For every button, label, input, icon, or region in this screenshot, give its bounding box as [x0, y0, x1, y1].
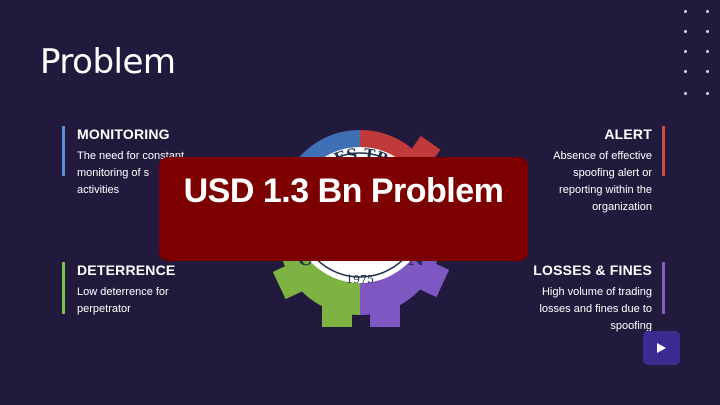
alert-block: ALERT Absence of effective spoofing aler…	[512, 126, 665, 216]
monitoring-heading: MONITORING	[77, 126, 170, 142]
deterrence-accent-bar	[62, 262, 65, 314]
alert-line-3: reporting within the	[559, 184, 652, 196]
deterrence-line-1: Low deterrence for	[77, 286, 169, 298]
alert-line-4: organization	[592, 201, 652, 213]
losses-line-1: High volume of trading	[541, 286, 652, 298]
banner-text: USD 1.3 Bn Problem	[183, 172, 504, 210]
alert-line-2: spoofing alert or	[573, 167, 652, 179]
losses-accent-bar	[662, 262, 665, 314]
monitoring-line-3: activities	[77, 184, 120, 196]
monitoring-line-2: monitoring of s	[77, 167, 150, 179]
alert-line-1: Absence of effective	[553, 150, 652, 162]
alert-accent-bar	[662, 126, 665, 176]
seal-year: 1975	[346, 273, 374, 286]
deterrence-heading: DETERRENCE	[77, 262, 176, 278]
alert-text: Absence of effective spoofing alert or r…	[512, 148, 652, 216]
losses-line-2: losses and fines due to	[539, 303, 652, 315]
alert-heading: ALERT	[604, 126, 652, 142]
losses-heading: LOSSES & FINES	[533, 262, 652, 278]
losses-text: High volume of trading losses and fines …	[512, 284, 652, 335]
losses-block: LOSSES & FINES High volume of trading lo…	[512, 262, 665, 335]
deterrence-block: DETERRENCE Low deterrence for perpetrato…	[62, 262, 237, 318]
play-button[interactable]	[643, 331, 680, 365]
monitoring-accent-bar	[62, 126, 65, 176]
deterrence-line-2: perpetrator	[77, 303, 131, 315]
decorative-dots	[680, 8, 716, 98]
problem-banner: USD 1.3 Bn Problem	[159, 157, 528, 261]
slide-title: Problem	[40, 42, 176, 82]
deterrence-text: Low deterrence for perpetrator	[77, 284, 237, 318]
play-icon	[657, 343, 666, 353]
slide: Problem MONITORING The need for constant…	[0, 0, 720, 405]
